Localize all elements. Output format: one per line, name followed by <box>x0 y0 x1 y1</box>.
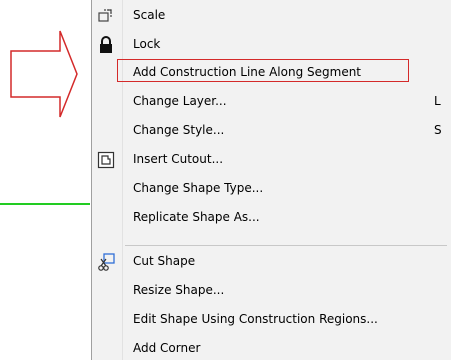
context-menu: Scale Lock Add Construction Line Along S… <box>91 0 451 360</box>
menu-item-label: Scale <box>133 8 166 22</box>
menu-item-change-style[interactable]: Change Style... S <box>92 117 451 145</box>
menu-item-resize-shape[interactable]: Resize Shape... <box>92 277 451 305</box>
menu-item-label: Change Style... <box>133 123 225 137</box>
menu-item-label: Add Corner <box>133 341 201 355</box>
annotation-arrow <box>10 30 78 118</box>
menu-separator <box>125 245 447 246</box>
menu-item-change-shape-type[interactable]: Change Shape Type... <box>92 175 451 203</box>
shortcut-key: L <box>434 94 441 108</box>
menu-item-label: Edit Shape Using Construction Regions... <box>133 312 378 326</box>
cut-shape-icon <box>96 252 116 272</box>
lock-icon <box>96 35 116 55</box>
scale-icon <box>96 6 116 26</box>
menu-item-cut-shape[interactable]: Cut Shape <box>92 248 451 276</box>
menu-item-insert-cutout[interactable]: Insert Cutout... <box>92 146 451 174</box>
menu-item-edit-shape-regions[interactable]: Edit Shape Using Construction Regions... <box>92 306 451 334</box>
menu-item-label: Lock <box>133 37 161 51</box>
canvas-green-line <box>0 203 90 205</box>
menu-item-scale[interactable]: Scale <box>92 2 451 30</box>
menu-item-lock[interactable]: Lock <box>92 31 451 59</box>
menu-item-label: Replicate Shape As... <box>133 210 260 224</box>
menu-item-label: Resize Shape... <box>133 283 225 297</box>
menu-item-label: Change Shape Type... <box>133 181 264 195</box>
menu-item-replicate-shape[interactable]: Replicate Shape As... <box>92 204 451 232</box>
shortcut-key: S <box>434 123 442 137</box>
menu-item-label: Insert Cutout... <box>133 152 224 166</box>
menu-item-label: Change Layer... <box>133 94 227 108</box>
menu-item-label: Cut Shape <box>133 254 196 268</box>
menu-item-add-corner[interactable]: Add Corner <box>92 335 451 363</box>
annotation-highlight-box <box>117 59 409 82</box>
insert-cutout-icon <box>96 150 116 170</box>
menu-item-change-layer[interactable]: Change Layer... L <box>92 88 451 116</box>
